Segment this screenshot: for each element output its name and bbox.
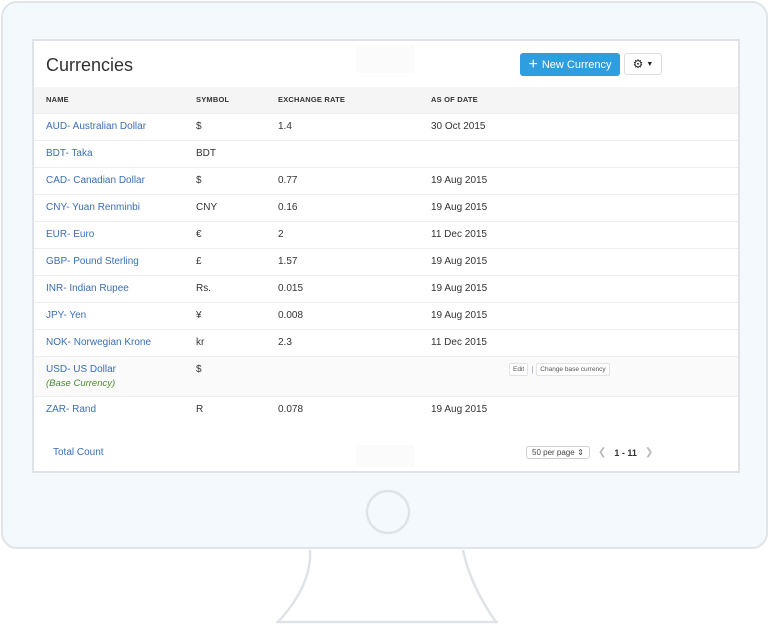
- monitor-bezel: [365, 489, 411, 535]
- monitor-frame: Currencies + New Currency ⚙ ▼ NAME SYMBO…: [1, 1, 768, 549]
- power-button-icon: [365, 489, 411, 535]
- stand-right-edge: [461, 549, 498, 623]
- stand-left-edge: [277, 549, 312, 623]
